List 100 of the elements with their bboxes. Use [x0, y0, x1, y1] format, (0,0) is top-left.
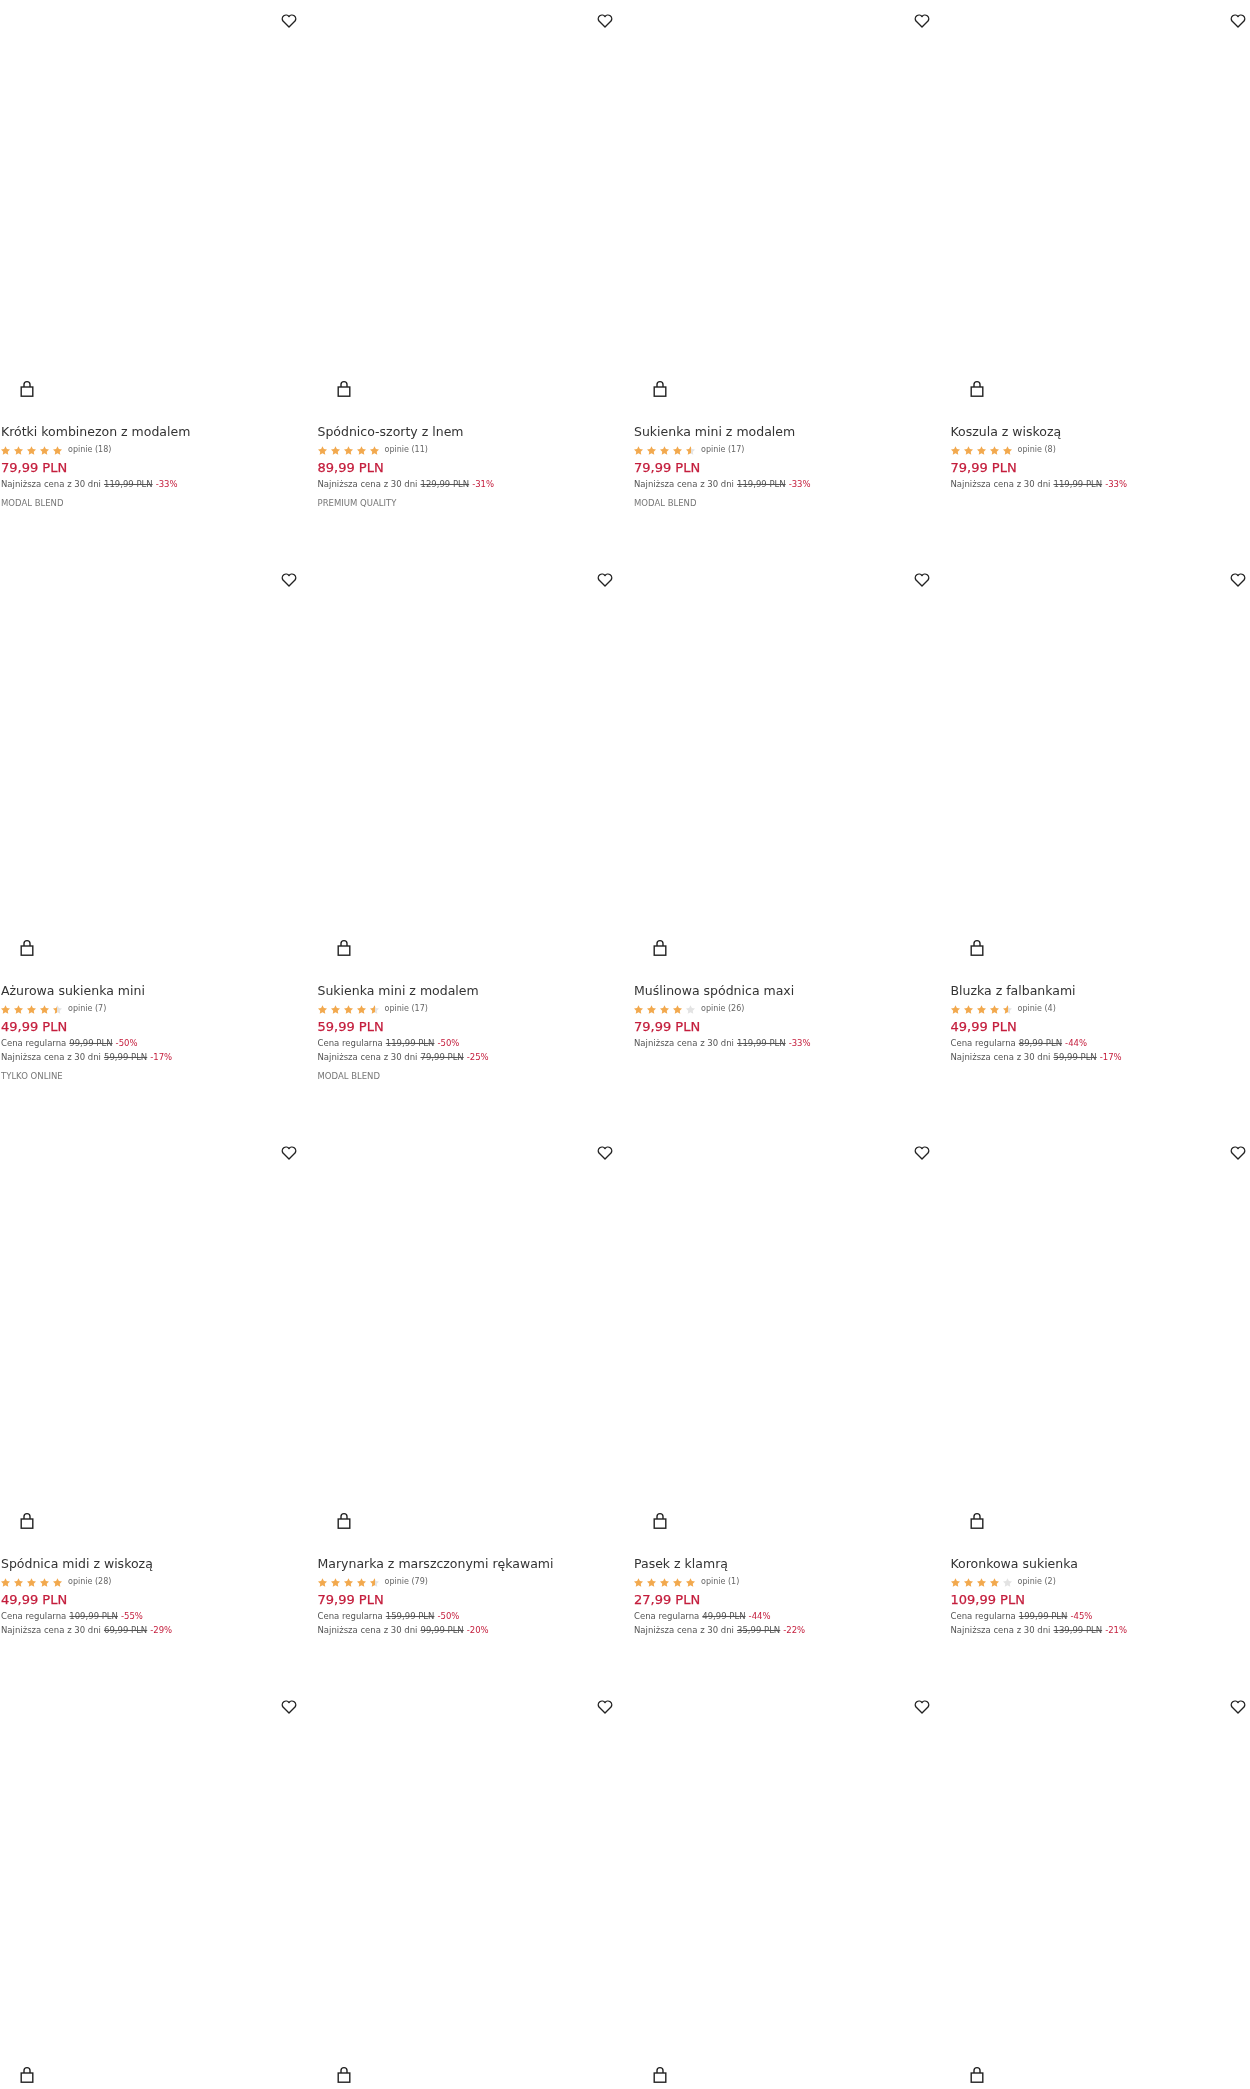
product-name[interactable]: Spódnica midi z wiskozą: [1, 1554, 153, 1574]
old-price: 99,99 PLN: [69, 1037, 113, 1050]
star-icon: [1, 445, 10, 455]
shopping-bag-icon: [653, 938, 667, 956]
review-count: opinie (11): [384, 444, 428, 456]
old-price: 159,99 PLN: [385, 1610, 435, 1623]
price-note-label: Cena regularna: [634, 1610, 700, 1623]
star-icon: [369, 445, 379, 455]
product-name[interactable]: Sukienka mini z modalem: [317, 981, 479, 1001]
price-note-label: Najniższa cena z 30 dni: [317, 1624, 418, 1637]
price-note-label: Najniższa cena z 30 dni: [317, 478, 418, 491]
price-note-label: Cena regularna: [950, 1037, 1016, 1050]
price-note-label: Najniższa cena z 30 dni: [1, 478, 101, 491]
product-name[interactable]: Marynarka z marszczonymi rękawami: [317, 1554, 554, 1574]
old-price: 119,99 PLN: [736, 478, 786, 491]
discount-percent: -20%: [466, 1624, 489, 1637]
star-icon: [317, 1004, 327, 1014]
star-icon: [976, 1577, 986, 1587]
star-icon: [660, 445, 669, 455]
product-name[interactable]: Muślinowa spódnica maxi: [634, 981, 795, 1001]
review-count: opinie (28): [68, 1576, 112, 1588]
shopping-bag-icon: [20, 1511, 34, 1529]
star-icon: [1002, 445, 1012, 455]
old-price: 109,99 PLN: [69, 1610, 118, 1623]
star-icon: [14, 1577, 23, 1587]
star-icon: [976, 445, 986, 455]
star-icon: [989, 1004, 999, 1014]
star-icon: [989, 445, 999, 455]
star-icon: [343, 445, 353, 455]
product-name[interactable]: Spódnico-szorty z lnem: [317, 422, 464, 442]
star-icon: [330, 1004, 340, 1014]
old-price: 59,99 PLN: [103, 1051, 148, 1064]
discount-percent: -21%: [1105, 1624, 1128, 1637]
star-icon: [963, 1004, 973, 1014]
star-icon: [660, 1577, 669, 1587]
empty-star-icon: [686, 1004, 695, 1014]
product-name[interactable]: Ażurowa sukienka mini: [1, 981, 145, 1001]
product-name[interactable]: Koszula z wiskozą: [950, 422, 1062, 442]
star-icon: [686, 1577, 695, 1587]
shopping-bag-icon: [969, 1511, 984, 1529]
product-tag-label: TYLKO ONLINE: [1, 1070, 63, 1083]
price: 79,99 PLN: [950, 459, 1017, 477]
shopping-bag-icon: [336, 2065, 351, 2083]
discount-percent: -50%: [115, 1037, 138, 1050]
shopping-bag-icon: [653, 1511, 667, 1529]
star-icon: [14, 445, 23, 455]
review-count: opinie (2): [1017, 1576, 1056, 1588]
star-icon: [634, 445, 643, 455]
star-icon: [673, 1577, 682, 1587]
price-note-label: Najniższa cena z 30 dni: [1, 1624, 101, 1637]
old-price: 99,99 PLN: [420, 1624, 464, 1637]
price: 79,99 PLN: [317, 1591, 384, 1609]
discount-percent: -29%: [150, 1624, 173, 1637]
product-name[interactable]: Bluzka z falbankami: [950, 981, 1076, 1001]
shopping-bag-icon: [969, 379, 984, 397]
price-note-label: Cena regularna: [317, 1610, 383, 1623]
old-price: 139,99 PLN: [1053, 1624, 1103, 1637]
old-price: 35,99 PLN: [736, 1624, 781, 1637]
star-icon: [330, 1577, 340, 1587]
price-note-label: Najniższa cena z 30 dni: [950, 1051, 1051, 1064]
price-note-label: Najniższa cena z 30 dni: [634, 1037, 734, 1050]
price-note-label: Najniższa cena z 30 dni: [634, 478, 734, 491]
star-icon: [53, 445, 62, 455]
price: 59,99 PLN: [317, 1018, 384, 1036]
price: 49,99 PLN: [1, 1591, 68, 1609]
product-name[interactable]: Pasek z klamrą: [634, 1554, 728, 1574]
product-name[interactable]: Krótki kombinezon z modalem: [1, 422, 191, 442]
price-note-label: Cena regularna: [1, 1037, 67, 1050]
shopping-bag-icon: [336, 379, 351, 397]
price: 79,99 PLN: [634, 459, 701, 477]
half-star-icon: [53, 1004, 62, 1014]
shopping-bag-icon: [336, 938, 351, 956]
review-count: opinie (17): [384, 1003, 428, 1015]
product-name[interactable]: Sukienka mini z modalem: [634, 422, 796, 442]
star-icon: [27, 1577, 36, 1587]
star-icon: [356, 1577, 366, 1587]
review-count: opinie (8): [1017, 444, 1056, 456]
star-icon: [989, 1577, 999, 1587]
half-star-icon: [1002, 1004, 1012, 1014]
star-icon: [963, 445, 973, 455]
review-count: opinie (1): [701, 1576, 740, 1588]
star-icon: [950, 1577, 960, 1587]
discount-percent: -31%: [472, 478, 495, 491]
price-note-label: Najniższa cena z 30 dni: [1, 1051, 101, 1064]
old-price: 69,99 PLN: [103, 1624, 148, 1637]
discount-percent: -44%: [1065, 1037, 1088, 1050]
star-icon: [343, 1004, 353, 1014]
product-name[interactable]: Koronkowa sukienka: [950, 1554, 1078, 1574]
star-icon: [634, 1004, 643, 1014]
shopping-bag-icon: [20, 2065, 34, 2083]
old-price: 119,99 PLN: [385, 1037, 435, 1050]
star-icon: [27, 1004, 36, 1014]
price: 79,99 PLN: [1, 459, 68, 477]
half-star-icon: [369, 1577, 379, 1587]
price: 79,99 PLN: [634, 1018, 701, 1036]
price-note-label: Najniższa cena z 30 dni: [634, 1624, 734, 1637]
shopping-bag-icon: [20, 379, 34, 397]
discount-percent: -17%: [150, 1051, 173, 1064]
discount-percent: -25%: [466, 1051, 489, 1064]
half-star-icon: [369, 1004, 379, 1014]
